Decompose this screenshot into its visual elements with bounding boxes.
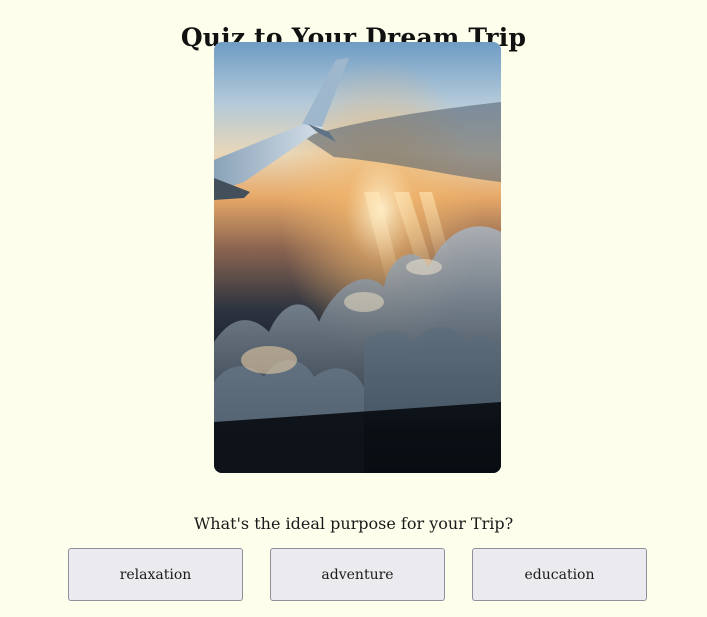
quiz-question: What's the ideal purpose for your Trip? xyxy=(193,514,514,533)
answer-button-education[interactable]: education xyxy=(472,548,647,601)
answer-button-relaxation[interactable]: relaxation xyxy=(68,548,243,601)
answer-button-adventure[interactable]: adventure xyxy=(270,548,445,601)
hero-image xyxy=(214,42,501,473)
